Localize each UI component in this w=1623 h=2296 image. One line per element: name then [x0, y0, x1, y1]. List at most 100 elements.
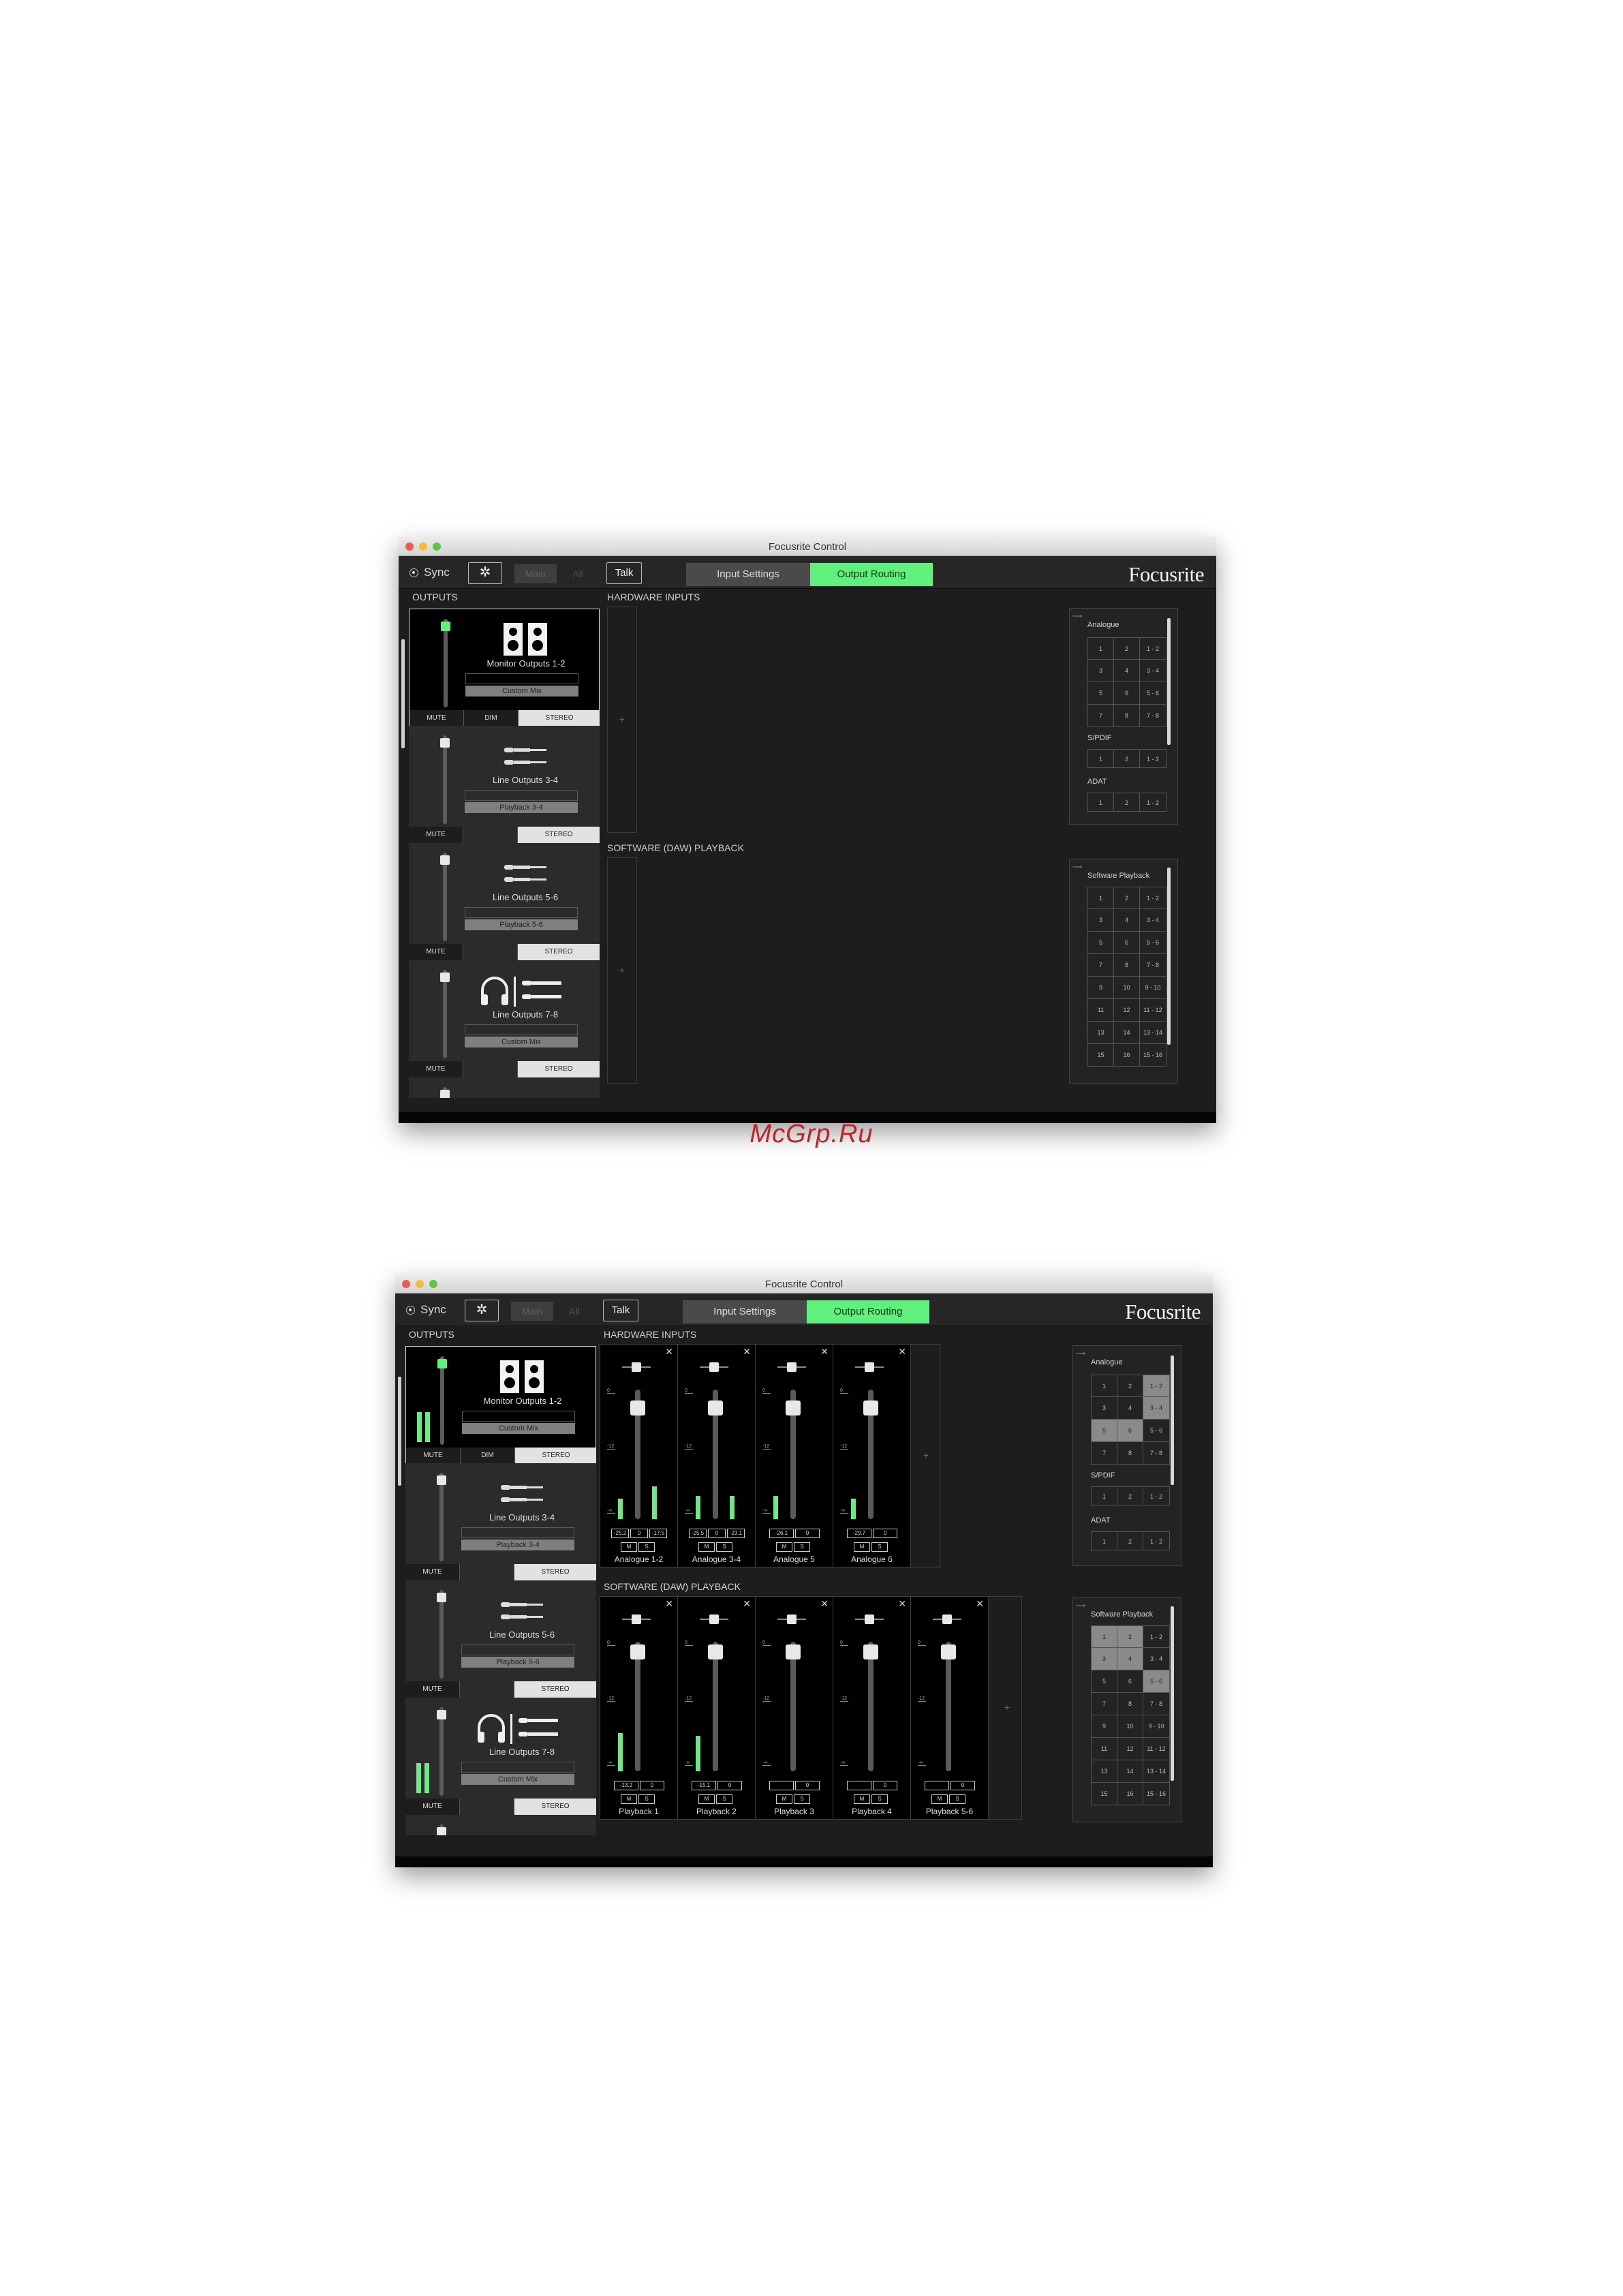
routing-cell[interactable]: 3 - 4	[1140, 909, 1166, 931]
routing-cell[interactable]: 2	[1117, 1532, 1143, 1550]
routing-cell[interactable]: 1 - 2	[1140, 638, 1166, 659]
routing-scrollbar[interactable]	[1167, 868, 1171, 1045]
settings-button[interactable]: ✲	[465, 1300, 499, 1321]
routing-cell[interactable]: 14	[1114, 1022, 1140, 1043]
solo-button[interactable]: S	[871, 1794, 888, 1804]
output-source-select[interactable]: Playback 5-6	[461, 1657, 574, 1668]
add-hardware-input-area[interactable]: +	[607, 607, 637, 833]
output-source-select[interactable]: Playback 3-4	[465, 802, 578, 813]
close-icon[interactable]: ✕	[898, 1346, 906, 1358]
solo-button[interactable]: S	[871, 1542, 888, 1552]
routing-cell[interactable]: 1 - 2	[1143, 1487, 1169, 1505]
add-hardware-input-button[interactable]: +	[912, 1450, 940, 1460]
routing-cell[interactable]: 3 - 4	[1143, 1397, 1169, 1419]
routing-scrollbar[interactable]	[1171, 1606, 1174, 1781]
routing-cell[interactable]: 16	[1114, 1044, 1140, 1066]
mixer-channel[interactable]: ✕ 0 -12 -∞ -25.5 0 -23.1 M S Analogue 3-4	[678, 1345, 756, 1567]
routing-cell[interactable]: 1 - 2	[1140, 750, 1166, 767]
routing-cell[interactable]: 4	[1114, 660, 1140, 682]
gain-fader-knob[interactable]	[630, 1400, 645, 1415]
routing-cell[interactable]: 2	[1114, 887, 1140, 908]
pan-slider[interactable]	[700, 1362, 728, 1372]
routing-cell[interactable]: 8	[1117, 1442, 1143, 1464]
routing-cell[interactable]: 4	[1117, 1648, 1143, 1670]
mute-button[interactable]: MUTE	[405, 1798, 460, 1815]
output-card-line-7-8[interactable]: Line Outputs 7-8 Custom Mix MUTE STEREO	[409, 960, 600, 1077]
routing-cell[interactable]: 15 - 16	[1140, 1044, 1166, 1066]
mute-button[interactable]: MUTE	[405, 1681, 460, 1698]
mute-button[interactable]: M	[698, 1794, 715, 1804]
routing-cell[interactable]: 1 - 2	[1143, 1375, 1169, 1396]
routing-cell[interactable]: 4	[1117, 1397, 1143, 1419]
routing-cell[interactable]: 5	[1088, 932, 1114, 953]
outputs-scrollbar[interactable]	[398, 1377, 401, 1486]
all-button[interactable]: All	[561, 564, 595, 583]
gain-fader-knob[interactable]	[786, 1644, 801, 1659]
routing-cell[interactable]: 12	[1114, 999, 1140, 1021]
tab-input-settings[interactable]: Input Settings	[686, 563, 810, 586]
routing-cell[interactable]: 8	[1114, 705, 1140, 726]
output-card-line-5-6[interactable]: Line Outputs 5-6 Playback 5-6 MUTE STERE…	[409, 843, 600, 960]
add-hardware-input-area[interactable]: +	[912, 1345, 940, 1567]
mixer-channel[interactable]: ✕ 0 -12 -∞ 0 M S Playback 5-6	[911, 1597, 989, 1819]
routing-cell[interactable]: 1 - 2	[1140, 887, 1166, 908]
routing-cell[interactable]: 12	[1117, 1738, 1143, 1760]
add-hardware-input-button[interactable]: +	[608, 714, 636, 724]
mute-button[interactable]: M	[621, 1542, 637, 1552]
mute-button[interactable]: MUTE	[406, 1448, 461, 1464]
mixer-channel[interactable]: ✕ 0 -12 -∞ 0 M S Playback 3	[756, 1597, 833, 1819]
gain-fader-track[interactable]	[868, 1642, 874, 1771]
gain-fader-knob[interactable]	[863, 1644, 878, 1659]
routing-cell[interactable]: 1	[1092, 1487, 1117, 1505]
routing-cell[interactable]: 13	[1088, 1022, 1114, 1043]
routing-cell[interactable]: 11	[1092, 1738, 1117, 1760]
routing-cell[interactable]: 5	[1088, 682, 1114, 704]
add-playback-area[interactable]: +	[993, 1597, 1021, 1819]
mute-button[interactable]: M	[931, 1794, 948, 1804]
stereo-button[interactable]: STEREO	[518, 944, 600, 960]
routing-cell[interactable]: 9 - 10	[1140, 977, 1166, 998]
gain-fader-track[interactable]	[790, 1642, 796, 1771]
routing-cell[interactable]: 10	[1114, 977, 1140, 998]
mute-button[interactable]: M	[854, 1794, 870, 1804]
output-volume-fader[interactable]	[437, 1824, 446, 1835]
output-source-select[interactable]: Playback 5-6	[465, 919, 578, 930]
routing-cell[interactable]: 2	[1114, 638, 1140, 659]
routing-cell[interactable]: 2	[1114, 793, 1140, 811]
all-button[interactable]: All	[557, 1302, 591, 1321]
routing-cell[interactable]: 1 - 2	[1143, 1532, 1169, 1550]
routing-cell[interactable]: 1	[1092, 1375, 1117, 1396]
routing-cell[interactable]: 13 - 14	[1140, 1022, 1166, 1043]
mute-button[interactable]: M	[776, 1542, 792, 1552]
routing-cell[interactable]: 1	[1088, 793, 1114, 811]
mute-button[interactable]: M	[698, 1542, 715, 1552]
routing-cell[interactable]: 5 - 6	[1140, 932, 1166, 953]
output-volume-fader[interactable]	[440, 853, 450, 941]
stereo-button[interactable]: STEREO	[518, 827, 600, 843]
routing-cell[interactable]: 1 - 2	[1140, 793, 1166, 811]
output-source-select[interactable]: Playback 3-4	[461, 1540, 574, 1550]
gain-fader-track[interactable]	[713, 1642, 718, 1771]
routing-cell[interactable]: 1 - 2	[1143, 1626, 1169, 1647]
tab-output-routing[interactable]: Output Routing	[807, 1300, 929, 1323]
output-volume-fader[interactable]	[437, 1707, 446, 1796]
routing-cell[interactable]: 8	[1114, 954, 1140, 976]
add-playback-button[interactable]: +	[993, 1702, 1021, 1713]
main-button[interactable]: Main	[514, 564, 557, 583]
tab-output-routing[interactable]: Output Routing	[810, 563, 933, 586]
close-icon[interactable]: ✕	[820, 1598, 829, 1610]
routing-cell[interactable]: 7	[1092, 1693, 1117, 1715]
solo-button[interactable]: S	[794, 1542, 810, 1552]
mute-button[interactable]: M	[776, 1794, 792, 1804]
gain-fader-knob[interactable]	[630, 1644, 645, 1659]
stereo-button[interactable]: STEREO	[514, 1681, 596, 1698]
close-icon[interactable]: ✕	[820, 1346, 829, 1358]
routing-cell[interactable]: 11	[1088, 999, 1114, 1021]
output-volume-fader[interactable]	[440, 1087, 450, 1098]
solo-button[interactable]: S	[638, 1542, 655, 1552]
gain-fader-knob[interactable]	[708, 1400, 723, 1415]
pan-slider[interactable]	[933, 1614, 961, 1624]
gain-fader-knob[interactable]	[708, 1644, 723, 1659]
gain-fader-track[interactable]	[946, 1642, 951, 1771]
output-card-line-7-8[interactable]: Line Outputs 7-8 Custom Mix MUTE STEREO	[405, 1698, 596, 1815]
